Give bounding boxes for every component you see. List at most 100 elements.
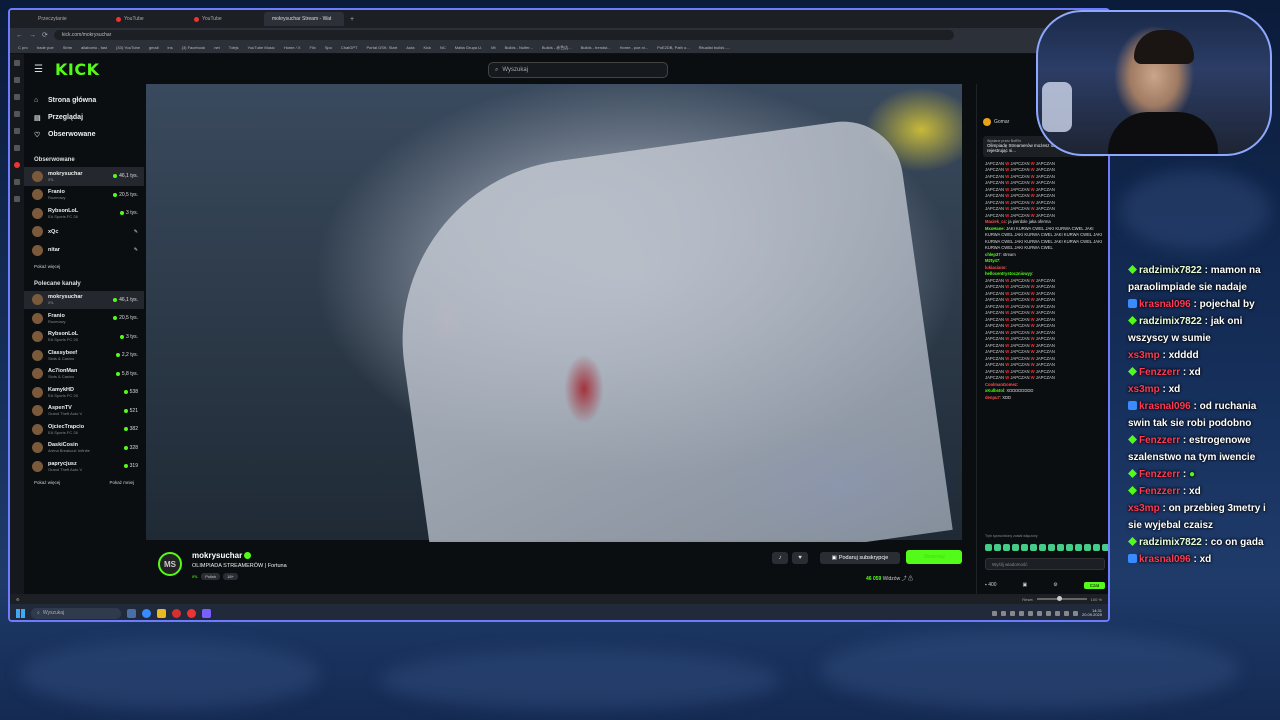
report-icon[interactable]: ⚠ <box>908 576 913 582</box>
points-display[interactable]: ⬩ 400 <box>985 582 997 588</box>
zoom-slider[interactable] <box>1036 596 1087 601</box>
emote-icon[interactable] <box>994 544 1001 551</box>
bookmark-item[interactable]: (33) YouTube <box>116 45 140 50</box>
heart-button-icon[interactable]: ♥ <box>792 552 808 564</box>
bookmark-item[interactable]: Spo <box>325 45 332 50</box>
chat-username[interactable]: hellocentrystoczniowyy <box>985 271 1032 276</box>
channel-item[interactable]: AspenTV Grand Theft Auto V 521 <box>24 402 144 421</box>
emote-icon[interactable] <box>1093 544 1100 551</box>
bookmark-item[interactable]: Kick <box>423 45 431 50</box>
tab-active[interactable]: mokrysuchar Stream - Wat <box>264 12 344 26</box>
bookmark-item[interactable]: Home - poe.ni... <box>620 45 648 50</box>
channel-item[interactable]: DaskiCosin Arena Breakout: Infinite 328 <box>24 439 144 458</box>
sidebar-icon[interactable] <box>14 94 20 100</box>
bookmark-item[interactable]: NC <box>440 45 446 50</box>
address-bar[interactable]: kick.com/mokrysuchar <box>53 30 954 40</box>
opera-icon[interactable] <box>172 608 181 618</box>
notification-bell-icon[interactable]: ♪ <box>772 552 788 564</box>
emote-icon[interactable] <box>1012 544 1019 551</box>
gift-subscription-button[interactable]: ▣ Podaruj subskrypcje <box>820 552 900 564</box>
channel-item[interactable]: RybsonLoL EA Sports FC 26 3 tys. <box>24 328 144 347</box>
bookmark-item[interactable]: allaboelo - fast <box>81 45 107 50</box>
chat-username[interactable]: Maciek_cc <box>985 219 1006 224</box>
search-input[interactable]: ⌕ Wyszukaj <box>488 62 668 78</box>
tray-icon[interactable] <box>1072 610 1078 616</box>
sidebar-icon[interactable] <box>14 179 20 185</box>
tray-icon[interactable] <box>1000 610 1006 616</box>
sidebar-icon[interactable] <box>14 60 20 66</box>
tray-icon[interactable] <box>1009 610 1015 616</box>
tab-2[interactable]: YouTube <box>108 12 184 26</box>
chat-username[interactable]: CoolmanGomez <box>985 382 1017 387</box>
bookmark-item[interactable]: Mt <box>491 45 495 50</box>
channel-item[interactable]: nitar ✎ <box>24 241 144 260</box>
bookmark-item[interactable]: ins <box>167 45 172 50</box>
reset-label[interactable]: Reset <box>1022 597 1032 602</box>
emote-icon[interactable] <box>1030 544 1037 551</box>
tray-icon[interactable] <box>1027 610 1033 616</box>
emote-icon[interactable] <box>1039 544 1046 551</box>
chat-username[interactable]: lukiaciano <box>985 265 1005 270</box>
streamer-avatar[interactable]: MS <box>158 552 182 576</box>
edge-icon[interactable] <box>142 608 151 618</box>
channel-item[interactable]: mokrysuchar IRL 46,1 tys. <box>24 290 144 309</box>
emote-icon[interactable] <box>1075 544 1082 551</box>
bookmark-item[interactable]: Builds - trendst... <box>581 45 611 50</box>
tray-icon[interactable] <box>1018 610 1024 616</box>
bookmark-item[interactable]: PoE2DB, Path o... <box>657 45 689 50</box>
emote-icon[interactable] <box>985 544 992 551</box>
show-less-link[interactable]: Pokaż mniej <box>109 480 134 485</box>
language-tag[interactable]: Polish <box>201 573 221 580</box>
windows-start-icon[interactable] <box>16 608 25 618</box>
bookmark-item[interactable]: Ritualist builds -... <box>699 45 731 50</box>
bookmark-item[interactable]: Flix <box>309 45 315 50</box>
chat-username[interactable]: chlep37 <box>985 252 1001 257</box>
channel-item[interactable]: Ac7ionMan Slots & Casino 5,8 tys. <box>24 365 144 384</box>
sidebar-icon[interactable] <box>14 77 20 83</box>
bookmark-item[interactable]: Builds - 赤色店... <box>542 45 572 51</box>
emote-icon[interactable] <box>1084 544 1091 551</box>
app-icon[interactable] <box>187 608 196 618</box>
bookmark-item[interactable]: Tdejs <box>229 45 239 50</box>
clock[interactable]: 14:31 20.09.2025 <box>1082 608 1102 618</box>
bookmark-item[interactable]: trade poe <box>37 45 54 50</box>
chat-username[interactable]: M2ty47 <box>985 258 999 263</box>
bookmark-item[interactable]: YouTube Music <box>248 45 275 50</box>
chat-send-button[interactable]: Czat <box>1083 581 1105 589</box>
bookmark-item[interactable]: gmail <box>149 45 159 50</box>
sidebar-icon[interactable] <box>14 196 20 202</box>
bookmark-item[interactable]: Portal OSK: Start <box>367 45 398 50</box>
channel-item[interactable]: Classybeef Slots & Casino 2,2 tys. <box>24 346 144 365</box>
show-more-link[interactable]: Pokaż więcej <box>34 480 60 485</box>
bookmark-item[interactable]: Builds - Nulfer... <box>505 45 533 50</box>
channel-item[interactable]: KamykHD EA Sports FC 26 538 <box>24 383 144 402</box>
streamer-name[interactable]: mokrysuchar <box>192 551 252 560</box>
taskbar-search[interactable]: ⌕ Wyszukaj <box>31 607 121 619</box>
nav-following[interactable]: ♡ Obserwowane <box>24 126 144 143</box>
menu-icon[interactable]: ☰ <box>34 64 43 75</box>
tray-icon[interactable] <box>1045 610 1051 616</box>
share-icon[interactable]: ⤴ <box>902 576 907 582</box>
emote-icon[interactable] <box>1066 544 1073 551</box>
kick-logo[interactable]: KICK <box>55 60 100 79</box>
channel-item[interactable]: OjciecTrapcio EA Sports FC 26 382 <box>24 420 144 439</box>
emote-icon[interactable] <box>1057 544 1064 551</box>
tray-icon[interactable] <box>1036 610 1042 616</box>
nav-browse[interactable]: ▤ Przeglądaj <box>24 109 144 126</box>
reload-icon[interactable]: ⟳ <box>42 31 48 39</box>
task-view-icon[interactable] <box>127 608 136 618</box>
bookmark-item[interactable]: net <box>214 45 220 50</box>
forward-icon[interactable]: → <box>29 32 36 39</box>
status-icon[interactable]: ⚙ <box>16 597 20 602</box>
sidebar-icon[interactable] <box>14 111 20 117</box>
bookmark-item[interactable]: Strim <box>63 45 72 50</box>
channel-item[interactable]: paprycjusz Grand Theft Auto V 319 <box>24 457 144 476</box>
bookmark-item[interactable]: ChatGPT <box>341 45 358 50</box>
category-tag[interactable]: IRL <box>192 573 198 580</box>
discord-icon[interactable] <box>202 608 211 618</box>
nav-home[interactable]: ⌂ Strona główna <box>24 92 144 109</box>
bookmark-item[interactable]: (3) Facebook <box>182 45 206 50</box>
chat-input[interactable]: Wyślij wiadomość <box>985 558 1105 570</box>
age-tag[interactable]: 18+ <box>223 573 238 580</box>
channel-item[interactable]: Franio Rozmowy 20,5 tys. <box>24 309 144 328</box>
